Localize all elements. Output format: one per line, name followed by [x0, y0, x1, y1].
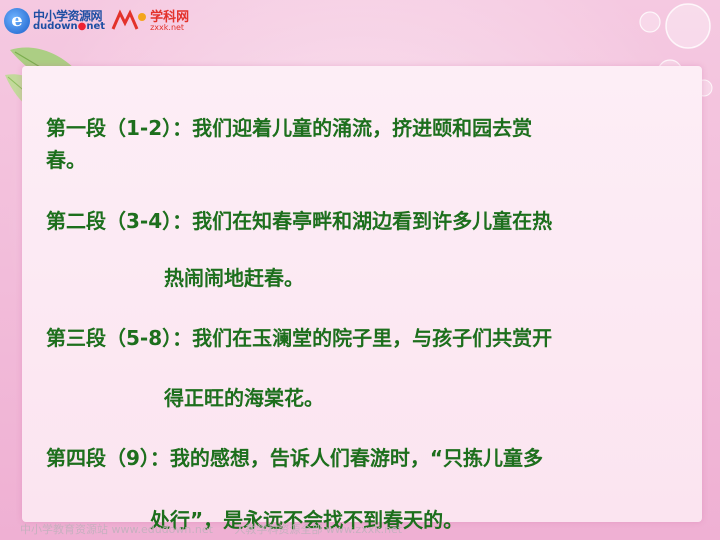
- footer-right-text: 人教学科资源全部 www.zxxk.net: [234, 523, 403, 536]
- logo-zxxk-cn: 学科网: [150, 9, 190, 25]
- footer-left-text: 中小学教育资源站 www.edudown.net: [20, 523, 213, 536]
- section-1-line-1: 第一段（1-2）：我们迎着儿童的涌流，挤进颐和园去赏: [46, 116, 533, 140]
- logo-dudown-en: dudown: [33, 21, 78, 32]
- logo-dudown[interactable]: e 中小学资源网 dudown●net: [4, 8, 105, 34]
- logo-dudown-suffix: net: [86, 21, 106, 32]
- section-3-line-2: 得正旺的海棠花。: [164, 386, 324, 410]
- logo-zxxk[interactable]: 学科网 zxxk.net: [111, 9, 189, 33]
- section-1-line-2: 春。: [46, 148, 86, 172]
- logo-zxxk-en: zxxk.net: [150, 22, 185, 32]
- section-3-line-1: 第三段（5-8）：我们在玉澜堂的院子里，与孩子们共赏开: [46, 326, 553, 350]
- zxxk-mark-icon: [111, 9, 147, 30]
- section-2-line-1: 第二段（3-4）：我们在知春亭畔和湖边看到许多儿童在热: [46, 209, 553, 233]
- footer-watermark: 中小学教育资源站 www.edudown.net 人教学科资源全部 www.zx…: [20, 521, 420, 537]
- section-2-line-2: 热闹闹地赶春。: [164, 266, 304, 290]
- section-4-line-1: 第四段（9）：我的感想，告诉人们春游时，“只拣儿童多: [46, 446, 544, 470]
- e-logo-icon: e: [4, 8, 30, 34]
- header-logos: e 中小学资源网 dudown●net 学科网 zxxk.net: [4, 4, 189, 38]
